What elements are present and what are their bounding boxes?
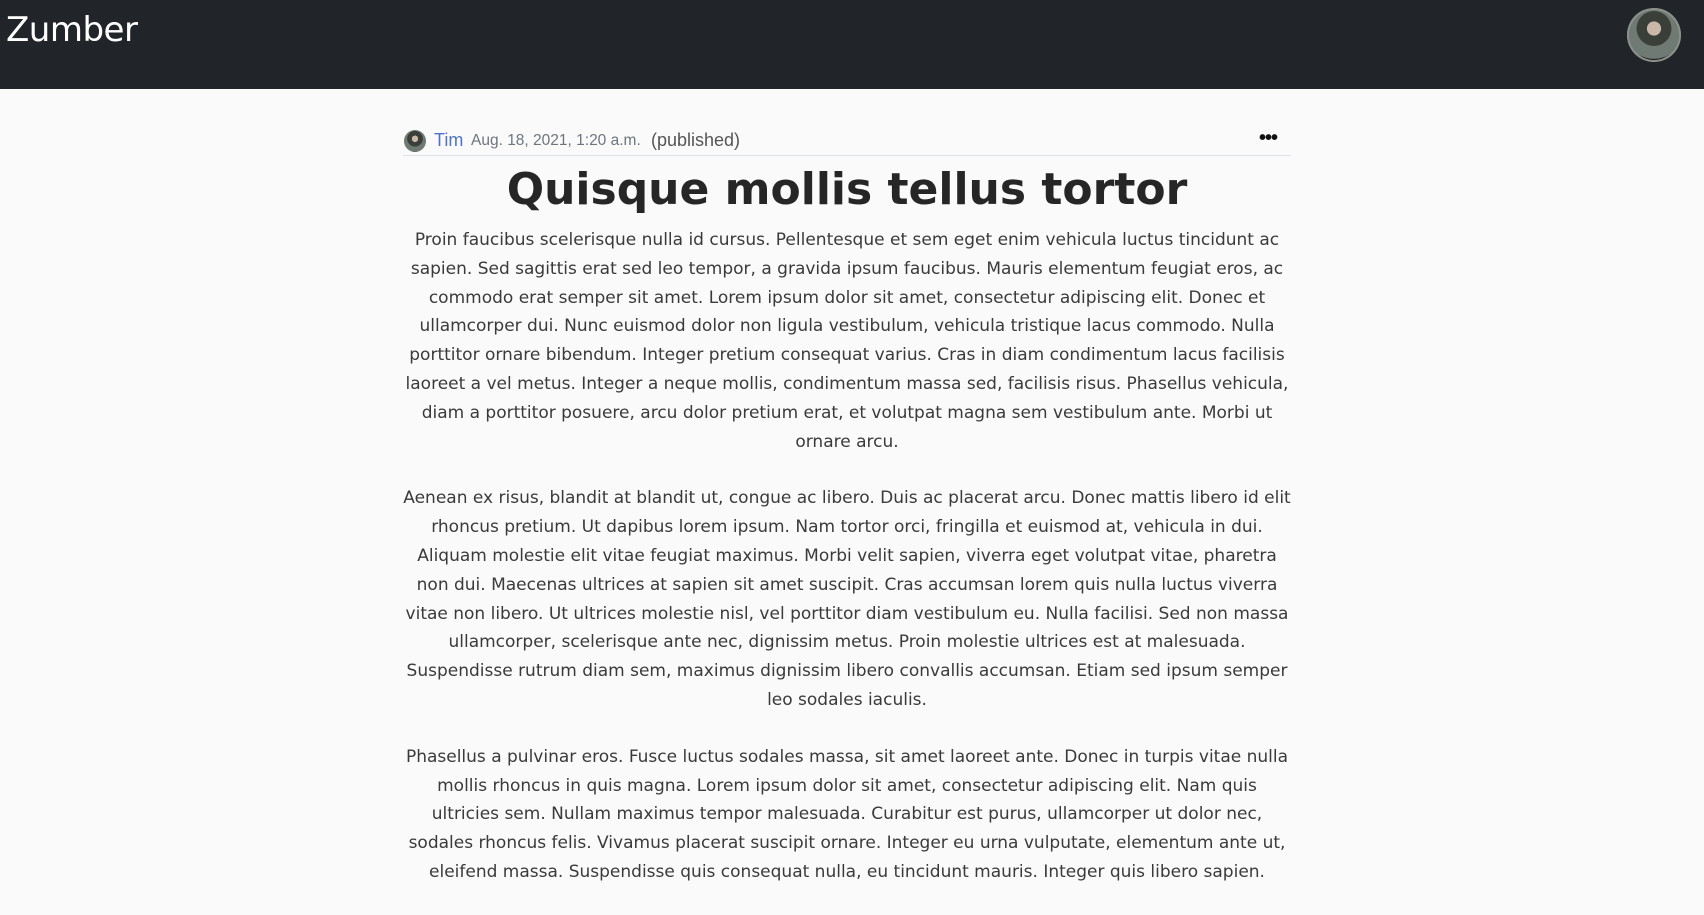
post-meta: Tim Aug. 18, 2021, 1:20 a.m. (published)…: [403, 123, 1291, 156]
top-navbar: Zumber: [0, 0, 1704, 89]
post-date: Aug. 18, 2021, 1:20 a.m.: [471, 132, 641, 149]
user-avatar-icon[interactable]: [1627, 8, 1681, 62]
post-title: Quisque mollis tellus tortor: [506, 164, 1188, 215]
post-status: (published): [651, 130, 741, 150]
brand-logo-link[interactable]: Zumber: [6, 10, 138, 50]
post-paragraph: Proin faucibus scelerisque nulla id curs…: [405, 230, 1289, 452]
post-paragraph: Aenean ex risus, blandit at blandit ut, …: [403, 488, 1291, 710]
author-avatar-icon: [404, 130, 426, 152]
post-paragraph: Phasellus a pulvinar eros. Fusce luctus …: [405, 746, 1289, 882]
more-options-icon[interactable]: •••: [1259, 127, 1278, 150]
author-link[interactable]: Tim: [434, 130, 463, 151]
post-container: Tim Aug. 18, 2021, 1:20 a.m. (published)…: [403, 123, 1291, 915]
post-body: Proin faucibus scelerisque nulla id curs…: [403, 226, 1291, 887]
